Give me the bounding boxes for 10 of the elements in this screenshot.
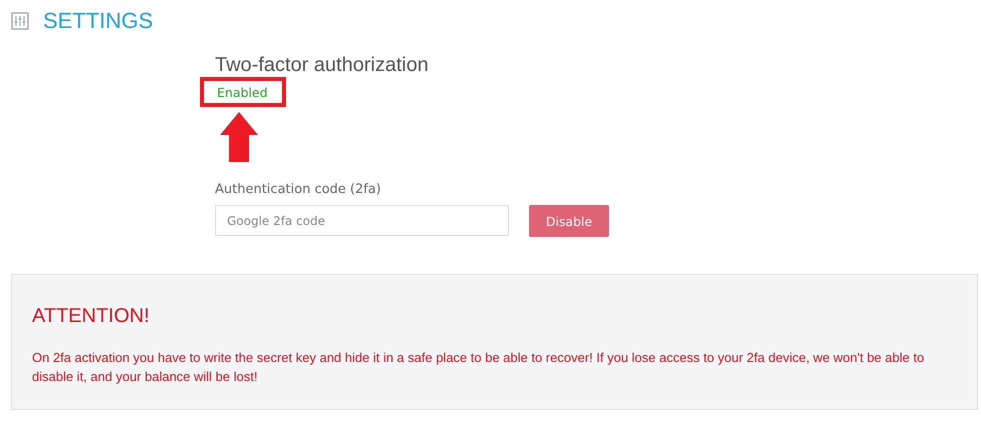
field-label: Authentication code (2fa): [215, 182, 382, 197]
notice-text: On 2fa activation you have to write the secret key and hide it in a safe place to be able to recover! If you lose access to your 2fa device, we won't be able to disable it, and your balance will be lost!: [32, 349, 926, 386]
sliders-icon: [11, 12, 29, 30]
arrow-icon: [220, 112, 258, 162]
code-input[interactable]: Google 2fa code: [215, 205, 509, 236]
status-text: Enabled: [217, 85, 268, 100]
section-title: Two-factor authorization: [215, 54, 430, 77]
notice-title: ATTENTION!: [32, 305, 150, 328]
page-title: SETTINGS: [43, 8, 154, 34]
disable-button[interactable]: Disable: [529, 205, 609, 237]
